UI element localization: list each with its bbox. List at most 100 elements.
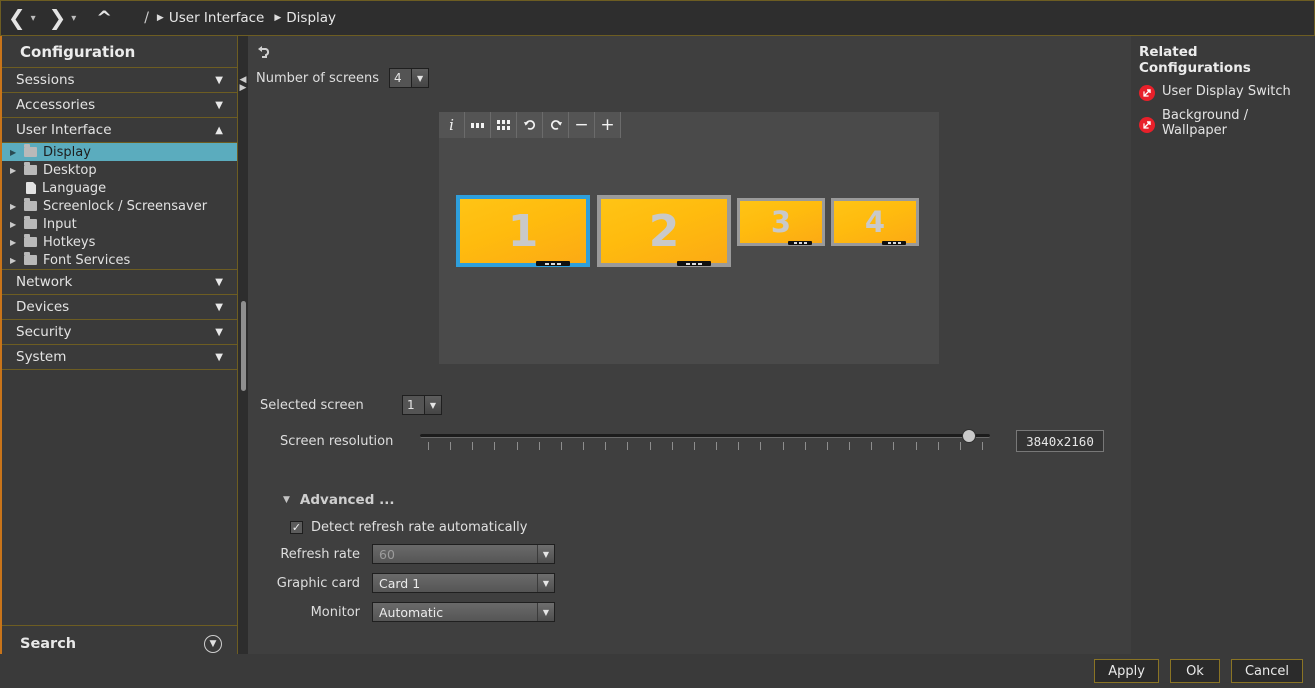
chevron-down-icon[interactable]: ▼	[204, 635, 222, 653]
monitor-select[interactable]: Automatic ▼	[372, 602, 555, 622]
sidebar-item-desktop[interactable]: ▶ Desktop	[2, 161, 237, 179]
advanced-label: Advanced ...	[300, 492, 395, 508]
breadcrumb-label: User Interface	[169, 10, 265, 26]
monitor-stand-icon	[882, 241, 906, 245]
sidebar-item-screenlock-screensaver[interactable]: ▶ Screenlock / Screensaver	[2, 197, 237, 215]
breadcrumb-item-user-interface[interactable]: ▶ User Interface	[157, 10, 264, 26]
refresh-rate-select[interactable]: 60 ▼	[372, 544, 555, 564]
selected-screen-row: Selected screen 1 ▼	[260, 395, 442, 415]
sidebar-splitter[interactable]: ◀ ▶	[238, 36, 248, 688]
search-label: Search	[20, 636, 76, 652]
sidebar-group-accessories[interactable]: Accessories ▼	[2, 93, 237, 118]
monitor-number: 3	[740, 201, 822, 243]
sidebar-group-label: Sessions	[16, 72, 75, 88]
monitor-tile-2[interactable]: 2	[597, 195, 731, 267]
sidebar-group-user-interface[interactable]: User Interface ▲	[2, 118, 237, 143]
breadcrumb-item-display[interactable]: ▶ Display	[274, 10, 336, 26]
sidebar-group-system[interactable]: System ▼	[2, 345, 237, 370]
monitor-stand-icon	[677, 261, 711, 266]
monitor-tile-1[interactable]: 1	[456, 195, 590, 267]
sidebar-item-hotkeys[interactable]: ▶ Hotkeys	[2, 233, 237, 251]
apply-button[interactable]: Apply	[1094, 659, 1159, 683]
sidebar-group-label: Security	[16, 324, 71, 340]
triangle-right-icon: ▶	[274, 13, 286, 23]
sidebar-item-label: Desktop	[43, 163, 97, 178]
monitor-label: Monitor	[260, 605, 372, 620]
selected-screen-select[interactable]: 1 ▼	[402, 395, 442, 415]
screen-arrangement-canvas[interactable]: i	[439, 112, 939, 364]
detect-refresh-rate-checkbox-row[interactable]: ✓ Detect refresh rate automatically	[290, 520, 527, 535]
slider-track[interactable]	[420, 434, 990, 438]
chevron-down-icon[interactable]: ▼	[537, 574, 554, 592]
monitor-tile-4[interactable]: 4	[831, 198, 919, 246]
chevron-down-icon[interactable]: ▼	[537, 545, 554, 563]
triangle-right-icon[interactable]: ▶	[240, 84, 247, 92]
sidebar-group-sessions[interactable]: Sessions ▼	[2, 68, 237, 93]
related-link-label: Background / Wallpaper	[1162, 108, 1305, 138]
footer-spacer	[0, 654, 248, 688]
forward-button[interactable]: ❯ ▾	[42, 1, 83, 35]
chevron-up-icon: ▲	[215, 125, 223, 136]
expand-triangle-icon[interactable]: ▶	[10, 256, 24, 265]
back-button[interactable]: ❮ ▾	[1, 1, 42, 35]
back-history-chevron-down-icon[interactable]: ▾	[31, 13, 40, 24]
expand-triangle-icon[interactable]: ▶	[10, 238, 24, 247]
forward-history-chevron-down-icon[interactable]: ▾	[71, 13, 80, 24]
related-configurations-title: Related Configurations	[1139, 44, 1305, 76]
grid-layout-icon[interactable]	[491, 112, 517, 138]
sidebar-group-security[interactable]: Security ▼	[2, 320, 237, 345]
zoom-in-icon[interactable]: +	[595, 112, 621, 138]
detect-refresh-rate-checkbox[interactable]: ✓	[290, 521, 303, 534]
related-link-user-display-switch[interactable]: User Display Switch	[1139, 84, 1305, 101]
navigation-breadcrumb-bar: ❮ ▾ ❯ ▾ ^ / ▶ User Interface ▶ Display	[0, 0, 1315, 36]
rotate-right-icon[interactable]	[543, 112, 569, 138]
sidebar-item-input[interactable]: ▶ Input	[2, 215, 237, 233]
rotate-left-icon[interactable]	[517, 112, 543, 138]
up-button[interactable]: ^	[82, 1, 120, 35]
arrangement-toolbar: i	[439, 112, 621, 138]
expand-triangle-icon[interactable]: ▶	[10, 202, 24, 211]
configuration-sidebar: Configuration Sessions ▼ Accessories ▼ U…	[0, 36, 238, 688]
screen-resolution-slider[interactable]	[420, 428, 990, 454]
related-link-background-wallpaper[interactable]: Background / Wallpaper	[1139, 108, 1305, 138]
refresh-rate-row: Refresh rate 60 ▼	[260, 544, 555, 564]
slider-handle[interactable]	[962, 429, 976, 443]
sidebar-item-display[interactable]: ▶ Display	[2, 143, 237, 161]
sidebar-item-language[interactable]: Language	[2, 179, 237, 197]
monitor-bezel: 3	[737, 198, 825, 246]
selected-screen-value: 1	[402, 395, 424, 415]
cancel-button[interactable]: Cancel	[1231, 659, 1303, 683]
sidebar-scrollbar-thumb[interactable]	[241, 301, 246, 391]
ok-button[interactable]: Ok	[1170, 659, 1220, 683]
refresh-rate-label: Refresh rate	[260, 547, 372, 562]
expand-triangle-icon[interactable]: ▶	[10, 148, 24, 157]
splitter-collapse-arrows[interactable]: ◀ ▶	[240, 76, 247, 92]
chevron-down-icon[interactable]: ▼	[411, 68, 429, 88]
breadcrumb-root[interactable]: /	[120, 10, 157, 26]
chevron-down-icon[interactable]: ▼	[424, 395, 442, 415]
dialog-footer: Apply Ok Cancel	[248, 654, 1315, 688]
monitor-bezel: 4	[831, 198, 919, 246]
sidebar-item-font-services[interactable]: ▶ Font Services	[2, 251, 237, 269]
monitor-tile-3[interactable]: 3	[737, 198, 825, 246]
zoom-out-icon[interactable]: −	[569, 112, 595, 138]
related-configurations-panel: Related Configurations User Display Swit…	[1131, 36, 1315, 654]
chevron-down-icon: ▼	[215, 352, 223, 363]
graphic-card-select[interactable]: Card 1 ▼	[372, 573, 555, 593]
info-icon[interactable]: i	[439, 112, 465, 138]
number-of-screens-select[interactable]: 4 ▼	[389, 68, 429, 88]
resolution-value-field[interactable]: 3840x2160	[1016, 430, 1104, 452]
monitor-stand-icon	[788, 241, 812, 245]
detect-refresh-rate-label: Detect refresh rate automatically	[311, 520, 527, 535]
row-layout-icon[interactable]	[465, 112, 491, 138]
number-of-screens-value: 4	[389, 68, 411, 88]
related-link-label: User Display Switch	[1162, 84, 1291, 99]
expand-triangle-icon[interactable]: ▶	[10, 166, 24, 175]
expand-triangle-icon[interactable]: ▶	[10, 220, 24, 229]
reset-icon[interactable]	[256, 44, 274, 60]
sidebar-group-devices[interactable]: Devices ▼	[2, 295, 237, 320]
chevron-down-icon[interactable]: ▼	[537, 603, 554, 621]
sidebar-tree: ▶ Display ▶ Desktop Language ▶ Screenloc…	[2, 143, 237, 270]
advanced-disclosure[interactable]: ▼ Advanced ...	[283, 492, 394, 508]
sidebar-group-network[interactable]: Network ▼	[2, 270, 237, 295]
